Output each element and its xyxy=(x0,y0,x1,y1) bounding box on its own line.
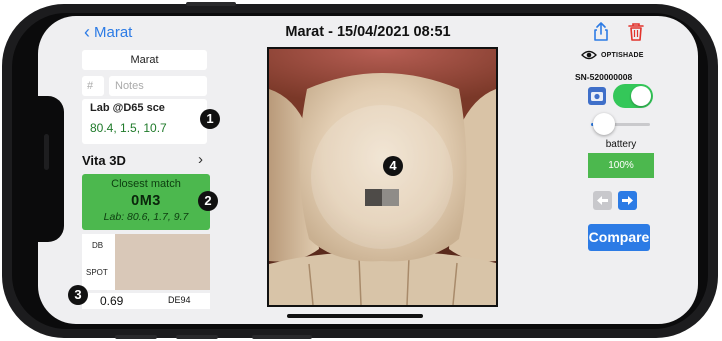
lab-measurement-box: Lab @D65 sce 80.4, 1.5, 10.7 xyxy=(82,99,207,144)
delta-e-label: DE94 xyxy=(168,295,191,305)
arrow-left-icon xyxy=(597,196,608,205)
shade-guide-selector[interactable]: Vita 3D › xyxy=(82,151,207,170)
side-button xyxy=(186,2,236,6)
navigation-bar: ‹ Marat Marat - 15/04/2021 08:51 xyxy=(38,16,698,50)
battery-value: 100% xyxy=(588,153,654,178)
side-button xyxy=(252,335,312,339)
color-swatch xyxy=(115,234,210,290)
closest-match-box: Closest match 0M3 Lab: 80.6, 1.7, 9.7 xyxy=(82,174,210,230)
db-label: DB xyxy=(92,241,104,250)
annotation-badge-4: 4 xyxy=(383,156,403,176)
serial-number: SN-520000008 xyxy=(575,72,633,82)
delta-e-row: 0.69 DE94 xyxy=(82,293,210,309)
notch xyxy=(38,96,64,242)
side-button xyxy=(176,335,218,339)
spot-label: SPOT xyxy=(86,268,108,277)
closest-match-code: 0M3 xyxy=(131,193,161,209)
name-field[interactable]: Marat xyxy=(82,50,207,70)
app-screen: ‹ Marat Marat - 15/04/2021 08:51 Marat #… xyxy=(38,16,698,324)
previous-button[interactable] xyxy=(593,191,612,210)
eye-icon xyxy=(581,50,597,60)
tooth-image[interactable] xyxy=(267,47,498,307)
next-button[interactable] xyxy=(618,191,637,210)
camera-icon[interactable] xyxy=(588,87,606,105)
closest-match-title: Closest match xyxy=(111,178,181,190)
brand-row: OPTISHADE xyxy=(581,50,644,60)
delta-e-value: 0.69 xyxy=(100,294,124,308)
chevron-right-icon: › xyxy=(198,151,203,168)
battery-label: battery xyxy=(605,139,637,150)
arrow-right-icon xyxy=(622,196,633,205)
speaker xyxy=(44,134,49,170)
compare-button[interactable]: Compare xyxy=(588,224,650,251)
annotation-badge-3: 3 xyxy=(68,285,88,305)
number-field[interactable]: # xyxy=(82,76,104,96)
share-icon[interactable] xyxy=(592,22,610,42)
annotation-badge-1: 1 xyxy=(200,109,220,129)
trash-icon[interactable] xyxy=(628,22,644,42)
shade-guide-label: Vita 3D xyxy=(82,153,126,168)
closest-match-lab: Lab: 80.6, 1.7, 9.7 xyxy=(103,211,189,223)
tooth-photo xyxy=(269,49,496,305)
lab-title: Lab @D65 sce xyxy=(90,102,165,114)
notes-field[interactable]: Notes xyxy=(109,76,207,96)
color-comparison-box: DB SPOT xyxy=(82,234,210,290)
home-indicator xyxy=(287,314,423,318)
side-button xyxy=(115,335,157,339)
slider-knob[interactable] xyxy=(593,113,615,135)
lab-values: 80.4, 1.5, 10.7 xyxy=(90,121,167,135)
toggle-knob xyxy=(631,86,651,106)
annotation-badge-2: 2 xyxy=(198,191,218,211)
brand-name: OPTISHADE xyxy=(601,51,644,59)
device-toggle[interactable] xyxy=(613,84,653,108)
